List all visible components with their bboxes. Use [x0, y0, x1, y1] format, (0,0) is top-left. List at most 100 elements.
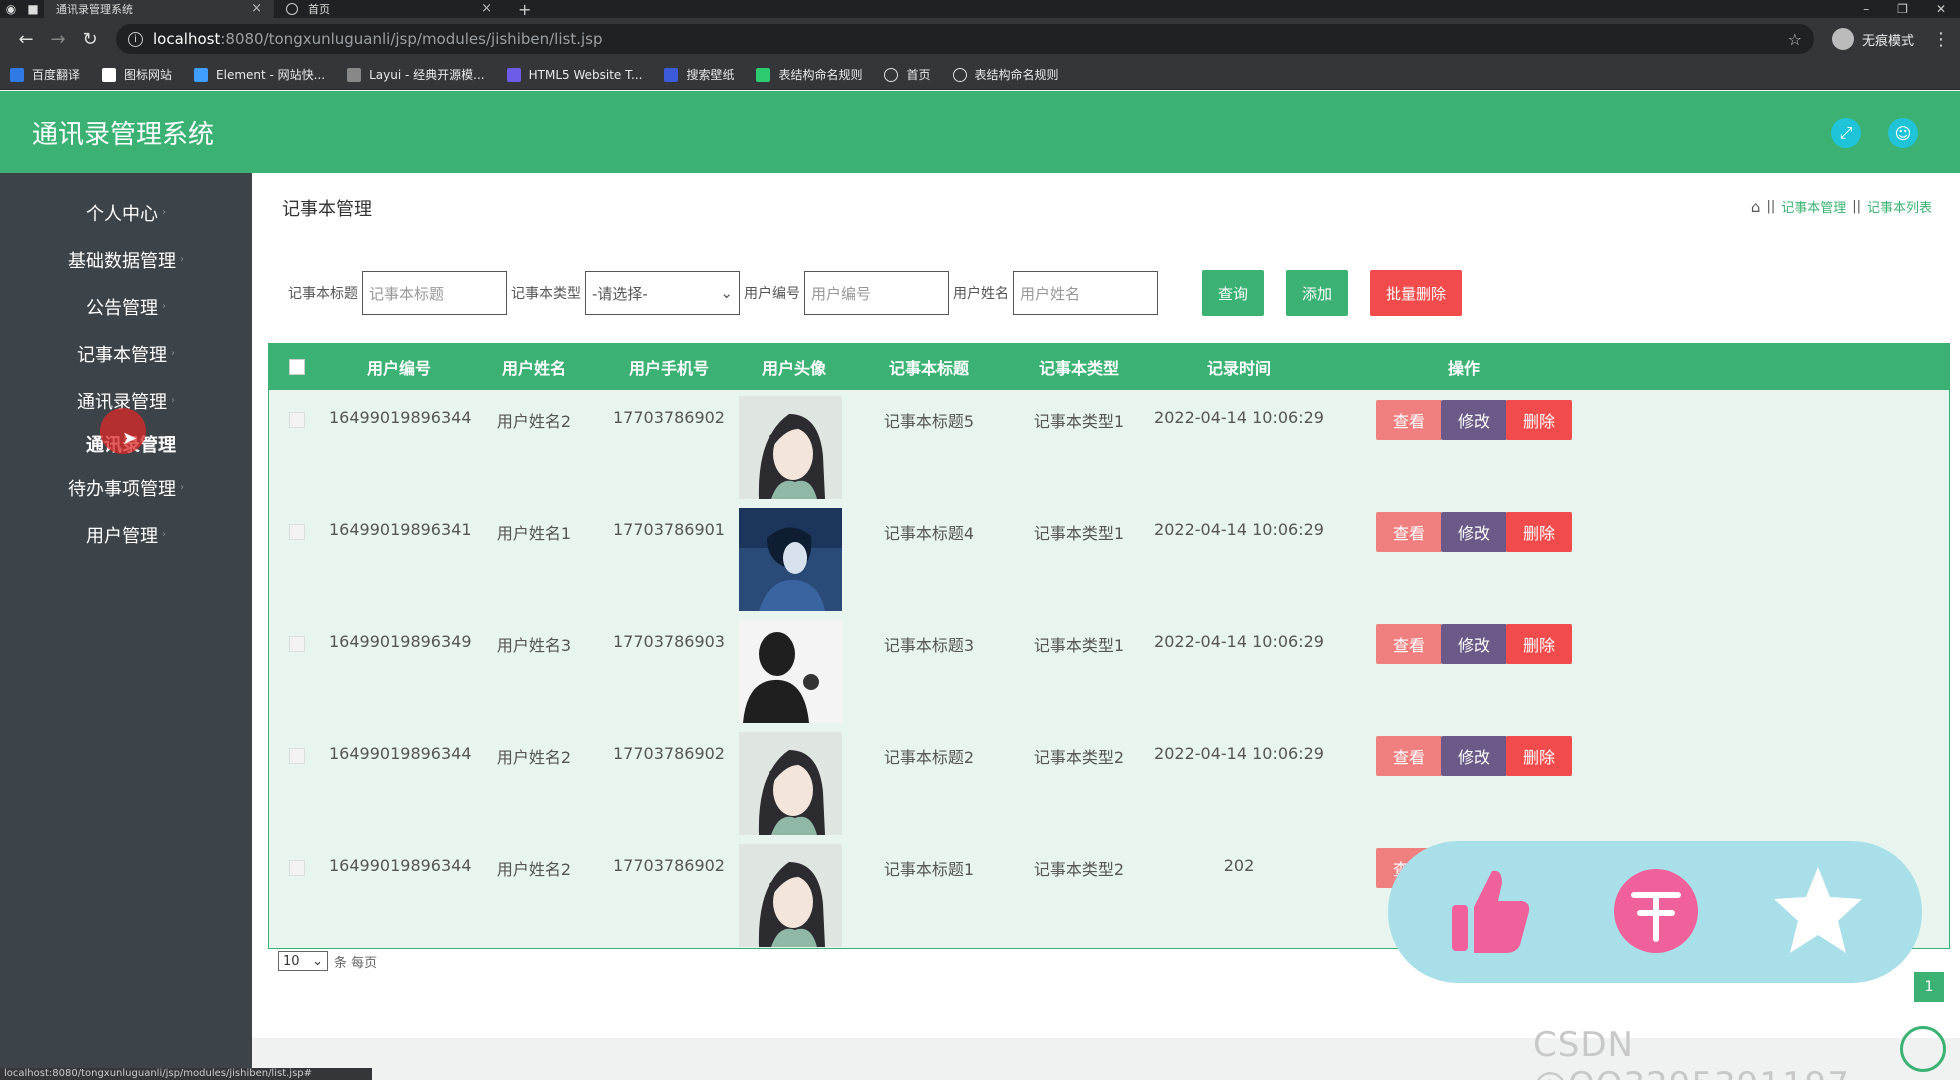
breadcrumb-separator: ||: [1852, 199, 1861, 214]
cell-phone: 17703786902: [613, 744, 725, 763]
edit-button[interactable]: 修改: [1441, 736, 1507, 776]
title-input[interactable]: 记事本标题: [362, 271, 507, 315]
row-checkbox[interactable]: [289, 748, 305, 764]
forward-icon[interactable]: →: [42, 29, 74, 50]
view-button[interactable]: 查看: [1376, 624, 1442, 664]
tab-close-icon[interactable]: ×: [251, 1, 262, 16]
bookmark-item[interactable]: Layui - 经典开源模...: [347, 66, 485, 83]
user-no-input[interactable]: 用户编号: [804, 271, 949, 315]
sidebar-item-label: 待办事项管理: [68, 478, 176, 500]
delete-button[interactable]: 删除: [1506, 736, 1572, 776]
delete-button[interactable]: 删除: [1506, 400, 1572, 440]
mouse-cursor-icon: ➤: [122, 428, 138, 449]
home-icon[interactable]: ⌂: [1751, 198, 1761, 216]
status-url: localhost:8080/tongxunluguanli/jsp/modul…: [0, 1068, 372, 1080]
address-bar: ← → ↻ i localhost:8080/tongxunluguanli/j…: [0, 18, 1960, 60]
batch-delete-button[interactable]: 批量删除: [1370, 270, 1462, 316]
reload-icon[interactable]: ↻: [74, 29, 106, 50]
row-checkbox[interactable]: [289, 524, 305, 540]
bookmark-label: 表结构命名规则: [974, 68, 1059, 82]
sidebar-item-personal-center[interactable]: 个人中心 ›: [0, 189, 252, 236]
coin-icon[interactable]: [1606, 861, 1706, 961]
select-all-checkbox[interactable]: [289, 359, 305, 375]
sidebar-item-notebook[interactable]: 记事本管理 ›: [0, 330, 252, 377]
delete-button[interactable]: 删除: [1506, 512, 1572, 552]
bookmark-item[interactable]: 图标网站: [102, 66, 172, 83]
browser-menu-icon[interactable]: ⋮: [1932, 29, 1950, 50]
bookmark-item[interactable]: HTML5 Website T...: [506, 67, 642, 82]
bookmark-label: 表结构命名规则: [778, 68, 863, 82]
breadcrumb-item[interactable]: 记事本管理: [1781, 197, 1846, 216]
bookmark-item[interactable]: 表结构命名规则: [756, 66, 862, 83]
info-icon[interactable]: i: [128, 31, 143, 47]
row-checkbox[interactable]: [289, 636, 305, 652]
view-button[interactable]: 查看: [1376, 736, 1442, 776]
search-form: 记事本标题 记事本标题 记事本类型 -请选择- ⌄ 用户编号 用户编号 用户姓名 …: [288, 270, 1462, 316]
user-icon[interactable]: ☺: [1888, 118, 1918, 148]
type-select[interactable]: -请选择- ⌄: [585, 271, 740, 315]
new-tab-icon[interactable]: +: [518, 0, 531, 19]
chrome-icon[interactable]: ◉: [0, 0, 22, 18]
pagination-size: 10 ⌄ 条 每页: [278, 951, 377, 971]
browser-tab[interactable]: 首页 ×: [274, 0, 504, 18]
table-row: 16499019896344 用户姓名2 17703786902 记事本标题2 记事本类…: [269, 726, 1949, 838]
bookmark-star-icon[interactable]: ☆: [1788, 30, 1802, 49]
app-header: 通讯录管理系统 ⤢ ☺: [0, 91, 1960, 173]
cell-title: 记事本标题4: [883, 524, 975, 543]
bookmark-item[interactable]: 百度翻译: [10, 66, 80, 83]
back-icon[interactable]: ←: [10, 29, 42, 50]
bookmark-item[interactable]: 首页: [884, 66, 931, 83]
globe-icon: [884, 67, 899, 82]
sidebar-item-todo[interactable]: 待办事项管理 ›: [0, 464, 252, 511]
url-field[interactable]: i localhost:8080/tongxunluguanli/jsp/mod…: [116, 24, 1814, 54]
edit-button[interactable]: 修改: [1441, 512, 1507, 552]
page-size-select[interactable]: 10 ⌄: [278, 951, 328, 971]
cell-time: 202: [1223, 856, 1255, 875]
column-header: 用户编号: [366, 359, 431, 378]
minimize-icon[interactable]: –: [1863, 2, 1869, 16]
bookmark-label: Layui - 经典开源模...: [369, 68, 485, 82]
tab-search-icon[interactable]: ■: [22, 0, 44, 18]
edit-button[interactable]: 修改: [1441, 624, 1507, 664]
row-checkbox[interactable]: [289, 412, 305, 428]
view-button[interactable]: 查看: [1376, 400, 1442, 440]
sidebar-item-label: 基础数据管理: [68, 250, 176, 272]
globe-icon: [952, 67, 967, 82]
fullscreen-icon[interactable]: ⤢: [1831, 118, 1861, 148]
star-icon[interactable]: [1768, 861, 1868, 961]
page-number-button[interactable]: 1: [1914, 972, 1944, 1002]
scroll-top-icon[interactable]: [1900, 1026, 1946, 1072]
delete-button[interactable]: 删除: [1506, 624, 1572, 664]
bookmark-item[interactable]: 搜索壁纸: [664, 66, 734, 83]
browser-tab-active[interactable]: 通讯录管理系统 ×: [44, 0, 274, 18]
maximize-icon[interactable]: ❐: [1897, 2, 1908, 16]
column-header: 用户手机号: [628, 359, 709, 378]
cell-type: 记事本类型2: [1033, 860, 1125, 879]
add-button[interactable]: 添加: [1286, 270, 1348, 316]
user-name-input[interactable]: 用户姓名: [1013, 271, 1158, 315]
sidebar-item-users[interactable]: 用户管理 ›: [0, 511, 252, 558]
row-checkbox[interactable]: [289, 860, 305, 876]
bookmark-item[interactable]: 表结构命名规则: [952, 66, 1059, 83]
sidebar-item-notice[interactable]: 公告管理 ›: [0, 283, 252, 330]
sidebar-item-basic-data[interactable]: 基础数据管理 ›: [0, 236, 252, 283]
wallpaper-icon: [664, 67, 679, 82]
cell-type: 记事本类型1: [1033, 412, 1125, 431]
cell-time: 2022-04-14 10:06:29: [1154, 520, 1324, 539]
tab-close-icon[interactable]: ×: [481, 1, 492, 16]
view-button[interactable]: 查看: [1376, 512, 1442, 552]
bookmark-item[interactable]: Element - 网站快...: [194, 66, 325, 83]
column-header: 操作: [1447, 359, 1480, 378]
incognito-badge[interactable]: 无痕模式: [1831, 28, 1914, 50]
type-select-value: -请选择-: [592, 284, 648, 303]
page-size-value: 10: [283, 953, 300, 969]
chevron-down-icon: ⌄: [312, 953, 323, 969]
thumbs-up-icon[interactable]: [1440, 861, 1540, 961]
cell-user-no: 16499019896341: [329, 520, 472, 539]
query-button[interactable]: 查询: [1202, 270, 1264, 316]
cell-user-name: 用户姓名3: [496, 636, 572, 655]
close-window-icon[interactable]: ✕: [1936, 2, 1946, 16]
edit-button[interactable]: 修改: [1441, 400, 1507, 440]
breadcrumb-item[interactable]: 记事本列表: [1867, 197, 1932, 216]
cell-title: 记事本标题3: [883, 636, 975, 655]
